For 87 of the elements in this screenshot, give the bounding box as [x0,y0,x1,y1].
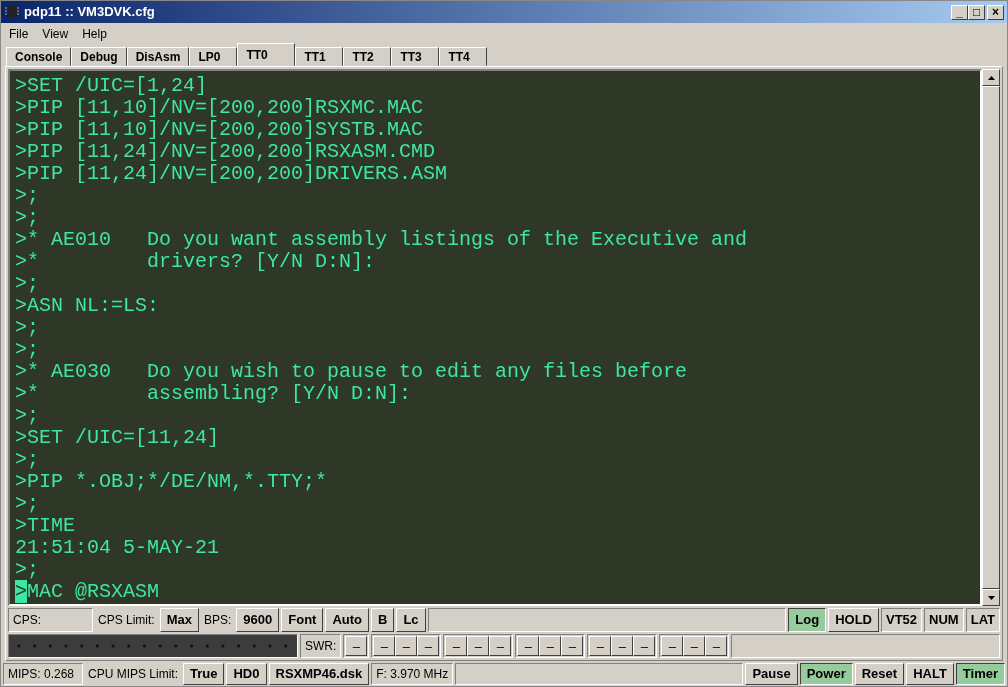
tab[interactable]: TT3 [391,47,440,66]
scrollbar[interactable] [982,69,1000,606]
menu-item[interactable]: View [42,25,69,41]
terminal-line: >PIP [11,24]/NV=[200,200]RSXASM.CMD [15,141,437,163]
switch-button[interactable]: – [683,636,706,656]
terminal-line: >SET /UIC=[1,24] [15,75,209,97]
tab[interactable]: LP0 [189,47,238,66]
terminal-line: >SET /UIC=[11,24] [15,427,221,449]
status-panel: F: 3.970 MHz [371,663,454,685]
close-button[interactable]: × [987,4,1004,20]
button[interactable]: Lc [396,608,426,632]
terminal-line: >MAC @RSXASM [15,581,161,603]
status-indicator: VT52 [881,608,923,632]
terminal-line: >ASN NL:=LS: [15,295,161,317]
field-label: CPS Limit: [97,612,156,629]
toggle-button[interactable]: Reset [854,663,905,685]
switch-button[interactable]: – [445,636,468,656]
window-title: pdp11 :: VM3DVK.cfg [24,3,156,22]
button[interactable]: Auto [325,608,370,632]
tab[interactable]: Console [6,47,72,66]
terminal-line: >; [15,185,40,207]
toggle-button[interactable]: Timer [955,663,1005,685]
terminal-line: >TIME [15,515,76,537]
button[interactable]: RSXMP46.dsk [268,663,370,685]
status-indicator: LAT [965,608,1000,632]
switch-button[interactable]: – [661,636,684,656]
terminal-line: >; [15,493,40,515]
terminal-line: >; [15,559,40,581]
tab[interactable]: DisAsm [126,47,190,66]
minimize-button[interactable]: _ [951,4,968,20]
button[interactable]: Max [159,608,199,632]
terminal-line: >* assembling? [Y/N D:N]: [15,383,413,405]
terminal-line: >PIP [11,10]/NV=[200,200]RSXMC.MAC [15,97,425,119]
terminal-screen[interactable] [8,69,982,606]
terminal-line: >; [15,449,40,471]
switch-button[interactable]: – [467,636,490,656]
terminal-line: >; [15,339,40,361]
up-arrow-icon [987,75,995,80]
switch-button[interactable]: – [611,636,634,656]
chip-icon [4,4,20,20]
button[interactable]: B [371,608,395,632]
tab[interactable]: TT1 [295,47,344,66]
terminal-line: >; [15,207,40,229]
switch-button[interactable]: – [539,636,562,656]
button[interactable]: True [183,663,225,685]
status-panel: CPS: [8,608,93,632]
button[interactable]: HD0 [226,663,267,685]
terminal-line: >; [15,317,40,339]
switch-button[interactable]: – [373,636,396,656]
tab[interactable]: TT4 [439,47,488,66]
switch-button[interactable]: – [417,636,440,656]
switch-button[interactable]: – [489,636,512,656]
switch-button[interactable]: – [561,636,584,656]
field-label: CPU MIPS Limit: [87,666,179,683]
terminal-line: 21:51:04 5-MAY-21 [15,537,221,559]
status-indicator: NUM [924,608,964,632]
toggle-button[interactable]: Power [799,663,853,685]
down-arrow-icon [987,595,995,600]
terminal-line: >PIP [11,10]/NV=[200,200]SYSTB.MAC [15,119,425,141]
terminal-line: >PIP *.OBJ;*/DE/NM,*.TTY;* [15,471,329,493]
switch-button[interactable]: – [705,636,728,656]
menu-item[interactable]: Help [82,25,107,41]
button[interactable]: HOLD [828,608,879,632]
terminal-line: >* AE030 Do you wish to pause to edit any files before [15,361,689,383]
field-label: SWR: [300,634,342,658]
switch-button[interactable]: – [517,636,540,656]
switch-button[interactable]: – [589,636,612,656]
status-panel: MIPS: 0.268 [3,663,83,685]
button[interactable]: 9600 [236,608,280,632]
tab[interactable]: Debug [71,47,127,66]
terminal-line: >; [15,273,40,295]
terminal-line: >; [15,405,40,427]
toggle-button[interactable]: HALT [906,663,954,685]
tab[interactable]: TT0 [237,43,296,66]
maximize-button[interactable]: □ [968,4,985,20]
terminal-line: >* AE010 Do you want assembly listings of the Executive and [15,229,749,251]
menu-item[interactable]: File [9,25,29,41]
switch-button[interactable]: – [345,636,368,656]
terminal-line: >PIP [11,24]/NV=[200,200]DRIVERS.ASM [15,163,449,185]
toggle-button[interactable]: Log [788,608,827,632]
switch-button[interactable]: – [633,636,656,656]
tab[interactable]: TT2 [343,47,392,66]
terminal-line: >* drivers? [Y/N D:N]: [15,251,377,273]
button[interactable]: Font [281,608,324,632]
field-label: BPS: [203,612,233,629]
switch-button[interactable]: – [395,636,418,656]
toggle-button[interactable]: Pause [745,663,798,685]
